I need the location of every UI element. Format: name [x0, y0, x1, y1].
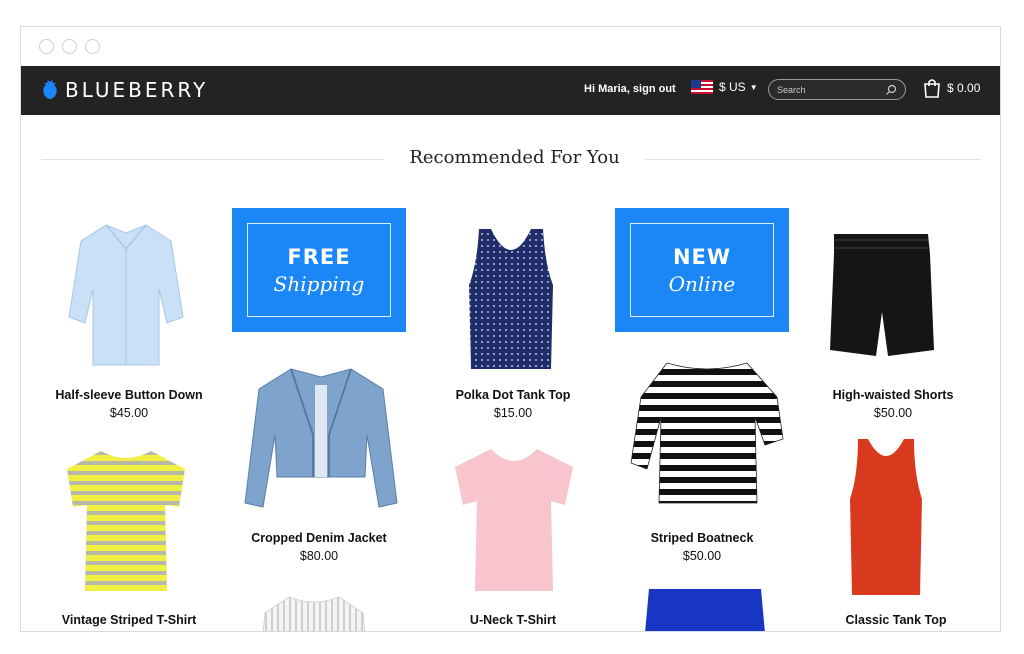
- product-card-striped-boatneck[interactable]: Striped Boatneck $50.00: [612, 531, 792, 563]
- shopping-bag-icon: [924, 79, 940, 98]
- promo-heading: NEW: [672, 244, 732, 269]
- product-name[interactable]: Classic Tank Top: [806, 613, 986, 627]
- greeting-prefix: Hi: [584, 83, 599, 95]
- product-card-denim-jacket[interactable]: Cropped Denim Jacket $80.00: [229, 531, 409, 563]
- window-maximize-dot[interactable]: [85, 39, 100, 54]
- promo-frame: NEW Online: [630, 223, 774, 317]
- product-card-uneck-tee[interactable]: U-Neck T-Shirt: [423, 613, 603, 627]
- promo-subheading: Shipping: [273, 271, 365, 296]
- product-name[interactable]: Polka Dot Tank Top: [423, 388, 603, 402]
- caret-down-icon: ▼: [749, 82, 758, 92]
- blueberry-icon: [43, 80, 57, 99]
- product-card-shorts[interactable]: High-waisted Shorts $50.00: [803, 388, 983, 420]
- window-minimize-dot[interactable]: [62, 39, 77, 54]
- product-image-blue-item[interactable]: [643, 587, 767, 632]
- section-header: Recommended For You: [41, 145, 981, 175]
- window-chrome: [21, 27, 1000, 66]
- product-image-shorts[interactable]: [826, 232, 936, 362]
- divider-right: [645, 159, 981, 160]
- currency-selector[interactable]: $ US ▼: [691, 80, 758, 94]
- product-image-polka-tank[interactable]: [461, 225, 561, 375]
- promo-new-online[interactable]: NEW Online: [615, 208, 789, 332]
- product-image-pink-uneck[interactable]: [449, 445, 579, 595]
- sign-out-link[interactable]: , sign out: [627, 83, 676, 95]
- product-image-denim-jacket[interactable]: [241, 365, 401, 515]
- product-price: $15.00: [493, 406, 533, 420]
- currency-label: $ US: [719, 80, 746, 94]
- product-card-half-sleeve[interactable]: Half-sleeve Button Down $45.00: [39, 388, 219, 420]
- promo-subheading: Online: [668, 271, 736, 296]
- product-card-vintage-tee[interactable]: Vintage Striped T-Shirt: [39, 613, 219, 627]
- product-image-yellow-striped-tee[interactable]: [61, 445, 191, 595]
- search-icon[interactable]: [885, 84, 897, 96]
- divider-left: [41, 159, 384, 160]
- top-navbar: BLUEBERRY Hi Maria, sign out $ US ▼ $ 0.…: [21, 66, 1000, 115]
- cart-total: $ 0.00: [947, 81, 981, 95]
- brand-logo[interactable]: BLUEBERRY: [41, 78, 208, 102]
- product-name[interactable]: Vintage Striped T-Shirt: [39, 613, 219, 627]
- promo-frame: FREE Shipping: [247, 223, 391, 317]
- section-title: Recommended For You: [409, 147, 620, 168]
- product-price: $45.00: [109, 406, 149, 420]
- product-card-classic-tank[interactable]: Classic Tank Top: [806, 613, 986, 627]
- product-image-striped-boatneck[interactable]: [627, 357, 787, 507]
- product-card-polka-tank[interactable]: Polka Dot Tank Top $15.00: [423, 388, 603, 420]
- product-name[interactable]: Half-sleeve Button Down: [39, 388, 219, 402]
- search-input[interactable]: [777, 84, 877, 95]
- user-greeting: Hi Maria, sign out: [584, 83, 676, 95]
- product-name[interactable]: Striped Boatneck: [612, 531, 792, 545]
- product-price: $50.00: [873, 406, 913, 420]
- product-image-white-striped-shirt[interactable]: [259, 593, 369, 632]
- cart-button[interactable]: $ 0.00: [923, 78, 980, 98]
- user-name: Maria: [598, 83, 627, 95]
- brand-name: BLUEBERRY: [65, 78, 209, 102]
- product-price: $80.00: [299, 549, 339, 563]
- product-image-red-tank[interactable]: [846, 435, 926, 600]
- window-close-dot[interactable]: [39, 39, 54, 54]
- search-box[interactable]: [768, 79, 906, 100]
- product-name[interactable]: U-Neck T-Shirt: [423, 613, 603, 627]
- product-name[interactable]: High-waisted Shorts: [803, 388, 983, 402]
- product-name[interactable]: Cropped Denim Jacket: [229, 531, 409, 545]
- browser-window: BLUEBERRY Hi Maria, sign out $ US ▼ $ 0.…: [20, 26, 1001, 632]
- us-flag-icon: [691, 80, 713, 94]
- promo-heading: FREE: [287, 244, 351, 269]
- product-image-button-down[interactable]: [61, 219, 191, 369]
- promo-free-shipping[interactable]: FREE Shipping: [232, 208, 406, 332]
- product-price: $50.00: [682, 549, 722, 563]
